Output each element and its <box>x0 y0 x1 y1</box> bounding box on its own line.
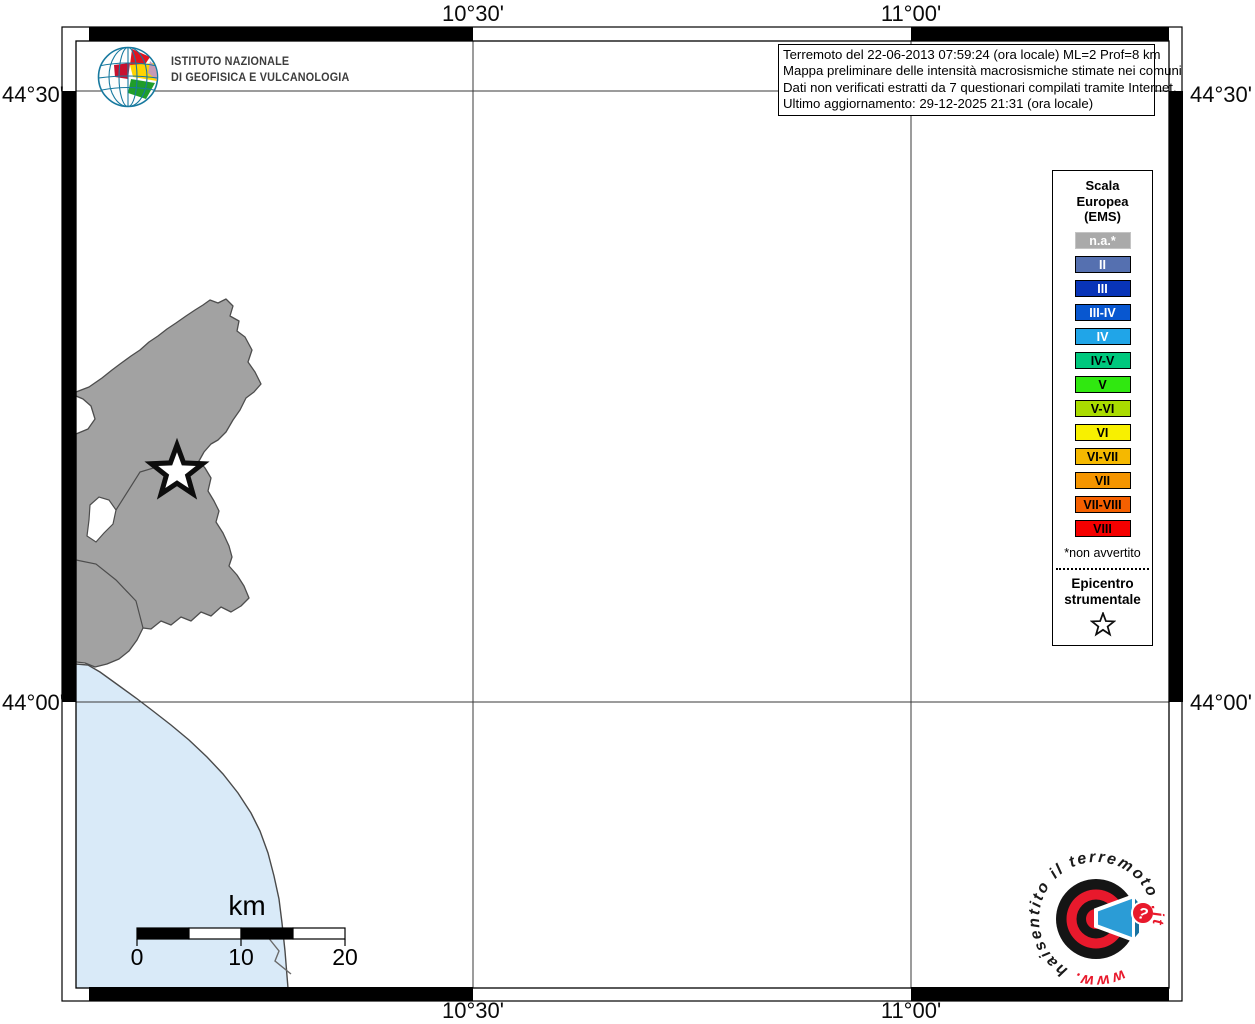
ingv-globe-icon <box>97 46 159 108</box>
scale-tick-20: 20 <box>332 944 358 970</box>
legend-title-line2: Europea <box>1076 193 1129 209</box>
axis-label-left-top: 44°30' <box>2 82 64 107</box>
event-info-box: Terremoto del 22-06-2013 07:59:24 (ora l… <box>778 44 1182 116</box>
ems-legend: Scala Europea (EMS) n.a.* II III III-IV IV IV… <box>1052 170 1153 646</box>
url-tld: .it <box>1148 903 1167 927</box>
epicenter-star-icon <box>1090 611 1115 635</box>
legend-item-ii: II <box>1074 255 1131 273</box>
legend-item-iii: III <box>1074 279 1131 297</box>
scale-tick-0: 0 <box>130 944 144 970</box>
scale-tick-10: 10 <box>228 944 254 970</box>
ingv-name-line2: DI GEOFISICA E VULCANOLOGIA <box>171 69 350 84</box>
legend-item-v: V <box>1074 375 1131 393</box>
axis-label-right-top: 44°30' <box>1190 82 1252 107</box>
legend-footnote: *non avvertito <box>1064 545 1141 560</box>
epicenter-label-line2: strumentale <box>1064 592 1141 607</box>
info-line-updated: Ultimo aggiornamento: 29-12-2025 21:31 (… <box>783 96 1094 112</box>
legend-item-viii: VIII <box>1074 519 1131 537</box>
info-line-map: Mappa preliminare delle intensità macros… <box>783 63 1182 79</box>
legend-item-vii: VII <box>1074 471 1131 489</box>
legend-item-n-a-: n.a.* <box>1074 231 1131 249</box>
legend-item-iii-iv: III-IV <box>1074 303 1131 321</box>
legend-title-line3: (EMS) <box>1084 209 1121 224</box>
info-line-event: Terremoto del 22-06-2013 07:59:24 (ora l… <box>783 47 1161 62</box>
axis-label-bottom-right: 11°00' <box>880 998 942 1023</box>
macroseismic-map-page: { "axis": { "top_left": "10°30'", "top_r… <box>0 0 1255 1024</box>
legend-item-vi-vii: VI-VII <box>1074 447 1131 465</box>
legend-item-vi: VI <box>1074 423 1131 441</box>
axis-label-top-left: 10°30' <box>442 1 504 26</box>
epicenter-label-line1: Epicentro <box>1071 575 1134 591</box>
legend-item-iv-v: IV-V <box>1074 351 1131 369</box>
legend-divider <box>1056 567 1149 570</box>
axis-label-top-right: 11°00' <box>880 1 942 26</box>
ingv-name-line1: ISTITUTO NAZIONALE <box>171 54 290 68</box>
legend-items: n.a.* II III III-IV IV IV-V V V-VI VI VI-VII VII VI… <box>1053 231 1152 537</box>
axis-label-bottom-left: 10°30' <box>442 998 504 1023</box>
scale-unit-label: km <box>228 890 266 921</box>
info-line-data: Dati non verificati estratti da 7 questi… <box>783 79 1177 95</box>
legend-item-iv: IV <box>1074 327 1131 345</box>
axis-label-left-bottom: 44°00' <box>2 690 64 715</box>
legend-item-v-vi: V-VI <box>1074 399 1131 417</box>
legend-item-vii-viii: VII-VIII <box>1074 495 1131 513</box>
axis-label-right-bottom: 44°00' <box>1190 690 1252 715</box>
legend-title-line1: Scala <box>1085 178 1120 193</box>
